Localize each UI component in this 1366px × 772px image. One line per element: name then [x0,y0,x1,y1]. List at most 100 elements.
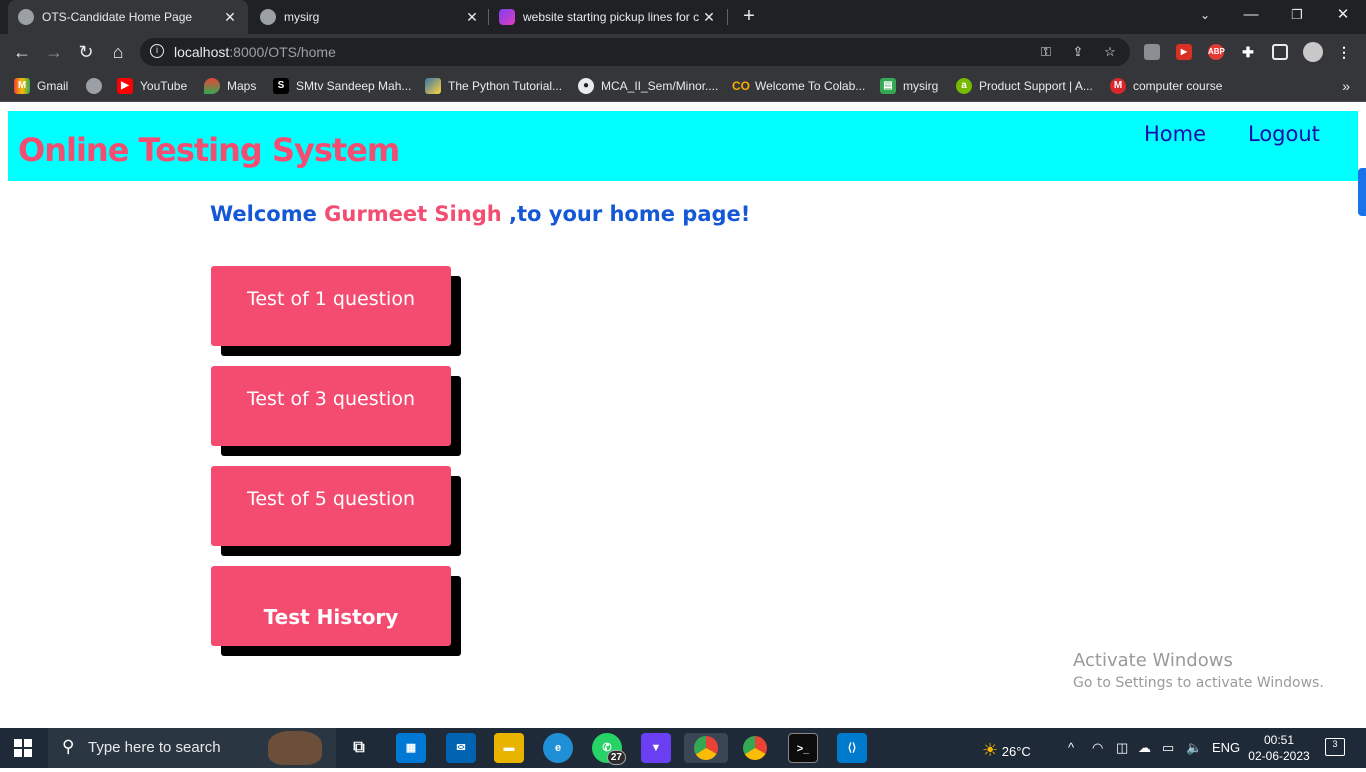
whatsapp-icon[interactable]: ✆ 27 [592,733,626,765]
close-tab-icon[interactable]: ✕ [464,9,480,26]
close-tab-icon[interactable]: ✕ [701,9,717,26]
bookmark-gmail[interactable]: M Gmail [14,77,68,95]
gmail-icon: M [14,78,30,94]
close-tab-icon[interactable]: ✕ [222,9,238,26]
restore-button[interactable]: ❐ [1274,0,1320,34]
star-icon[interactable]: ☆ [1102,44,1118,60]
home-button[interactable]: ⌂ [106,40,130,64]
bookmark-python-tutorial[interactable]: The Python Tutorial... [425,77,562,95]
bookmark-globe[interactable] [86,77,109,95]
tab-ots-home[interactable]: OTS-Candidate Home Page ✕ [8,0,248,34]
user-name: Gurmeet Singh [324,202,502,226]
windows-start-button[interactable] [14,739,32,757]
test-1-question-card: Test of 1 question [211,266,461,356]
menu-icon[interactable]: ⋮ [1336,44,1352,60]
mega-icon: M [1110,78,1126,94]
test-1-question-button[interactable]: Test of 1 question [211,266,451,346]
maps-icon [204,78,220,94]
mail-icon[interactable]: ✉ [446,733,476,763]
site-info-icon[interactable]: i [150,44,164,58]
bookmark-product-support[interactable]: a Product Support | A... [956,77,1093,95]
notifications-button[interactable]: 3 [1325,738,1345,756]
ai-app-icon [499,9,515,25]
terminal-icon[interactable]: >_ [788,733,818,763]
activate-windows-watermark: Activate Windows Go to Settings to activ… [1073,650,1324,691]
tab-title: OTS-Candidate Home Page [42,10,193,24]
bookmark-mysirg[interactable]: ▤ mysirg [880,77,938,95]
test-3-question-card: Test of 3 question [211,366,461,456]
nav-logout-link[interactable]: Logout [1248,122,1320,146]
watermark-subtitle: Go to Settings to activate Windows. [1073,675,1324,691]
reload-button[interactable]: ↻ [74,40,98,64]
bookmark-maps[interactable]: Maps [204,77,256,95]
system-clock[interactable]: 00:51 02-06-2023 [1244,732,1314,764]
meet-now-icon[interactable]: ◫ [1116,740,1128,756]
bookmark-smtv[interactable]: S SMtv Sandeep Mah... [273,77,411,95]
sun-icon: ☀ [982,740,999,760]
address-bar[interactable]: i localhost:8000/OTS/home ⚿ ⇪ ☆ [140,38,1130,66]
close-window-button[interactable]: ✕ [1320,0,1366,34]
url-text[interactable]: localhost:8000/OTS/home [174,44,336,60]
scroll-indicator[interactable] [1358,168,1366,216]
test-5-question-button[interactable]: Test of 5 question [211,466,451,546]
tab-mysirg[interactable]: mysirg ✕ [250,0,490,34]
youtube-icon: ▶ [117,78,133,94]
network-icon[interactable]: ◠ [1092,740,1103,756]
tab-title: website starting pickup lines for c [523,10,700,24]
back-button[interactable]: ← [10,40,34,64]
more-bookmarks-icon[interactable]: » [1342,78,1350,94]
chrome-icon[interactable] [684,733,728,763]
test-5-question-card: Test of 5 question [211,466,461,556]
tab-title: mysirg [284,10,320,24]
proton-vpn-icon[interactable]: ▼ [641,733,671,763]
test-history-button[interactable]: Test History [211,566,451,646]
share-icon[interactable]: ⇪ [1070,44,1086,60]
product-support-icon: a [956,78,972,94]
new-tab-button[interactable]: + [737,4,761,28]
smtv-icon: S [273,78,289,94]
video-extension-icon[interactable]: ▶ [1176,44,1192,60]
edge-icon[interactable]: e [543,733,573,763]
test-3-question-button[interactable]: Test of 3 question [211,366,451,446]
microsoft-store-icon[interactable]: ▦ [396,733,426,763]
browser-tab-strip: OTS-Candidate Home Page ✕ mysirg ✕ websi… [0,0,1366,34]
sheets-icon: ▤ [880,78,896,94]
weather-widget[interactable]: ☀ 26°C [982,740,1031,761]
volume-icon[interactable]: 🔈 [1186,740,1202,756]
task-view-icon[interactable]: ⧉ [344,733,374,763]
clock-time: 00:51 [1263,733,1295,747]
bookmark-colab[interactable]: CO Welcome To Colab... [732,77,865,95]
chrome-profile-icon[interactable] [740,733,770,763]
forward-button[interactable]: → [42,40,66,64]
onedrive-icon[interactable]: ☁ [1138,740,1151,756]
language-indicator[interactable]: ENG [1212,740,1240,755]
show-hidden-icons[interactable]: ^ [1068,740,1074,755]
battery-icon[interactable]: ▭ [1162,740,1174,756]
nav-home-link[interactable]: Home [1144,122,1206,146]
profile-avatar[interactable] [1303,42,1323,62]
adblock-icon[interactable]: ABP [1208,44,1225,60]
watermark-title: Activate Windows [1073,650,1233,671]
bookmark-youtube[interactable]: ▶ YouTube [117,77,187,95]
globe-icon [86,78,102,94]
globe-icon [260,9,276,25]
bookmark-github[interactable]: ● MCA_II_Sem/Minor.... [578,77,718,95]
site-header: Online Testing System Home Logout [8,111,1358,181]
bookmark-computer-course[interactable]: M computer course [1110,77,1222,95]
puzzle-icon[interactable]: ✚ [1240,44,1256,60]
vscode-icon[interactable]: ⟨⟩ [837,733,867,763]
notification-count: 3 [1332,739,1338,749]
file-explorer-icon[interactable]: ▬ [494,733,524,763]
test-history-card: Test History [211,566,461,656]
key-icon[interactable]: ⚿ [1038,44,1054,60]
tab-search-button[interactable]: ⌄ [1182,0,1228,34]
github-icon: ● [578,78,594,94]
side-panel-icon[interactable] [1272,44,1288,60]
extension-icon[interactable] [1144,44,1160,60]
web-page: Online Testing System Home Logout Welcom… [0,102,1366,728]
tab-pickup-lines[interactable]: website starting pickup lines for c ✕ [489,0,727,34]
clock-date: 02-06-2023 [1248,749,1310,763]
minimize-button[interactable]: — [1228,0,1274,34]
taskbar-search-box[interactable]: ⚲ Type here to search [48,728,336,768]
python-icon [425,78,441,94]
